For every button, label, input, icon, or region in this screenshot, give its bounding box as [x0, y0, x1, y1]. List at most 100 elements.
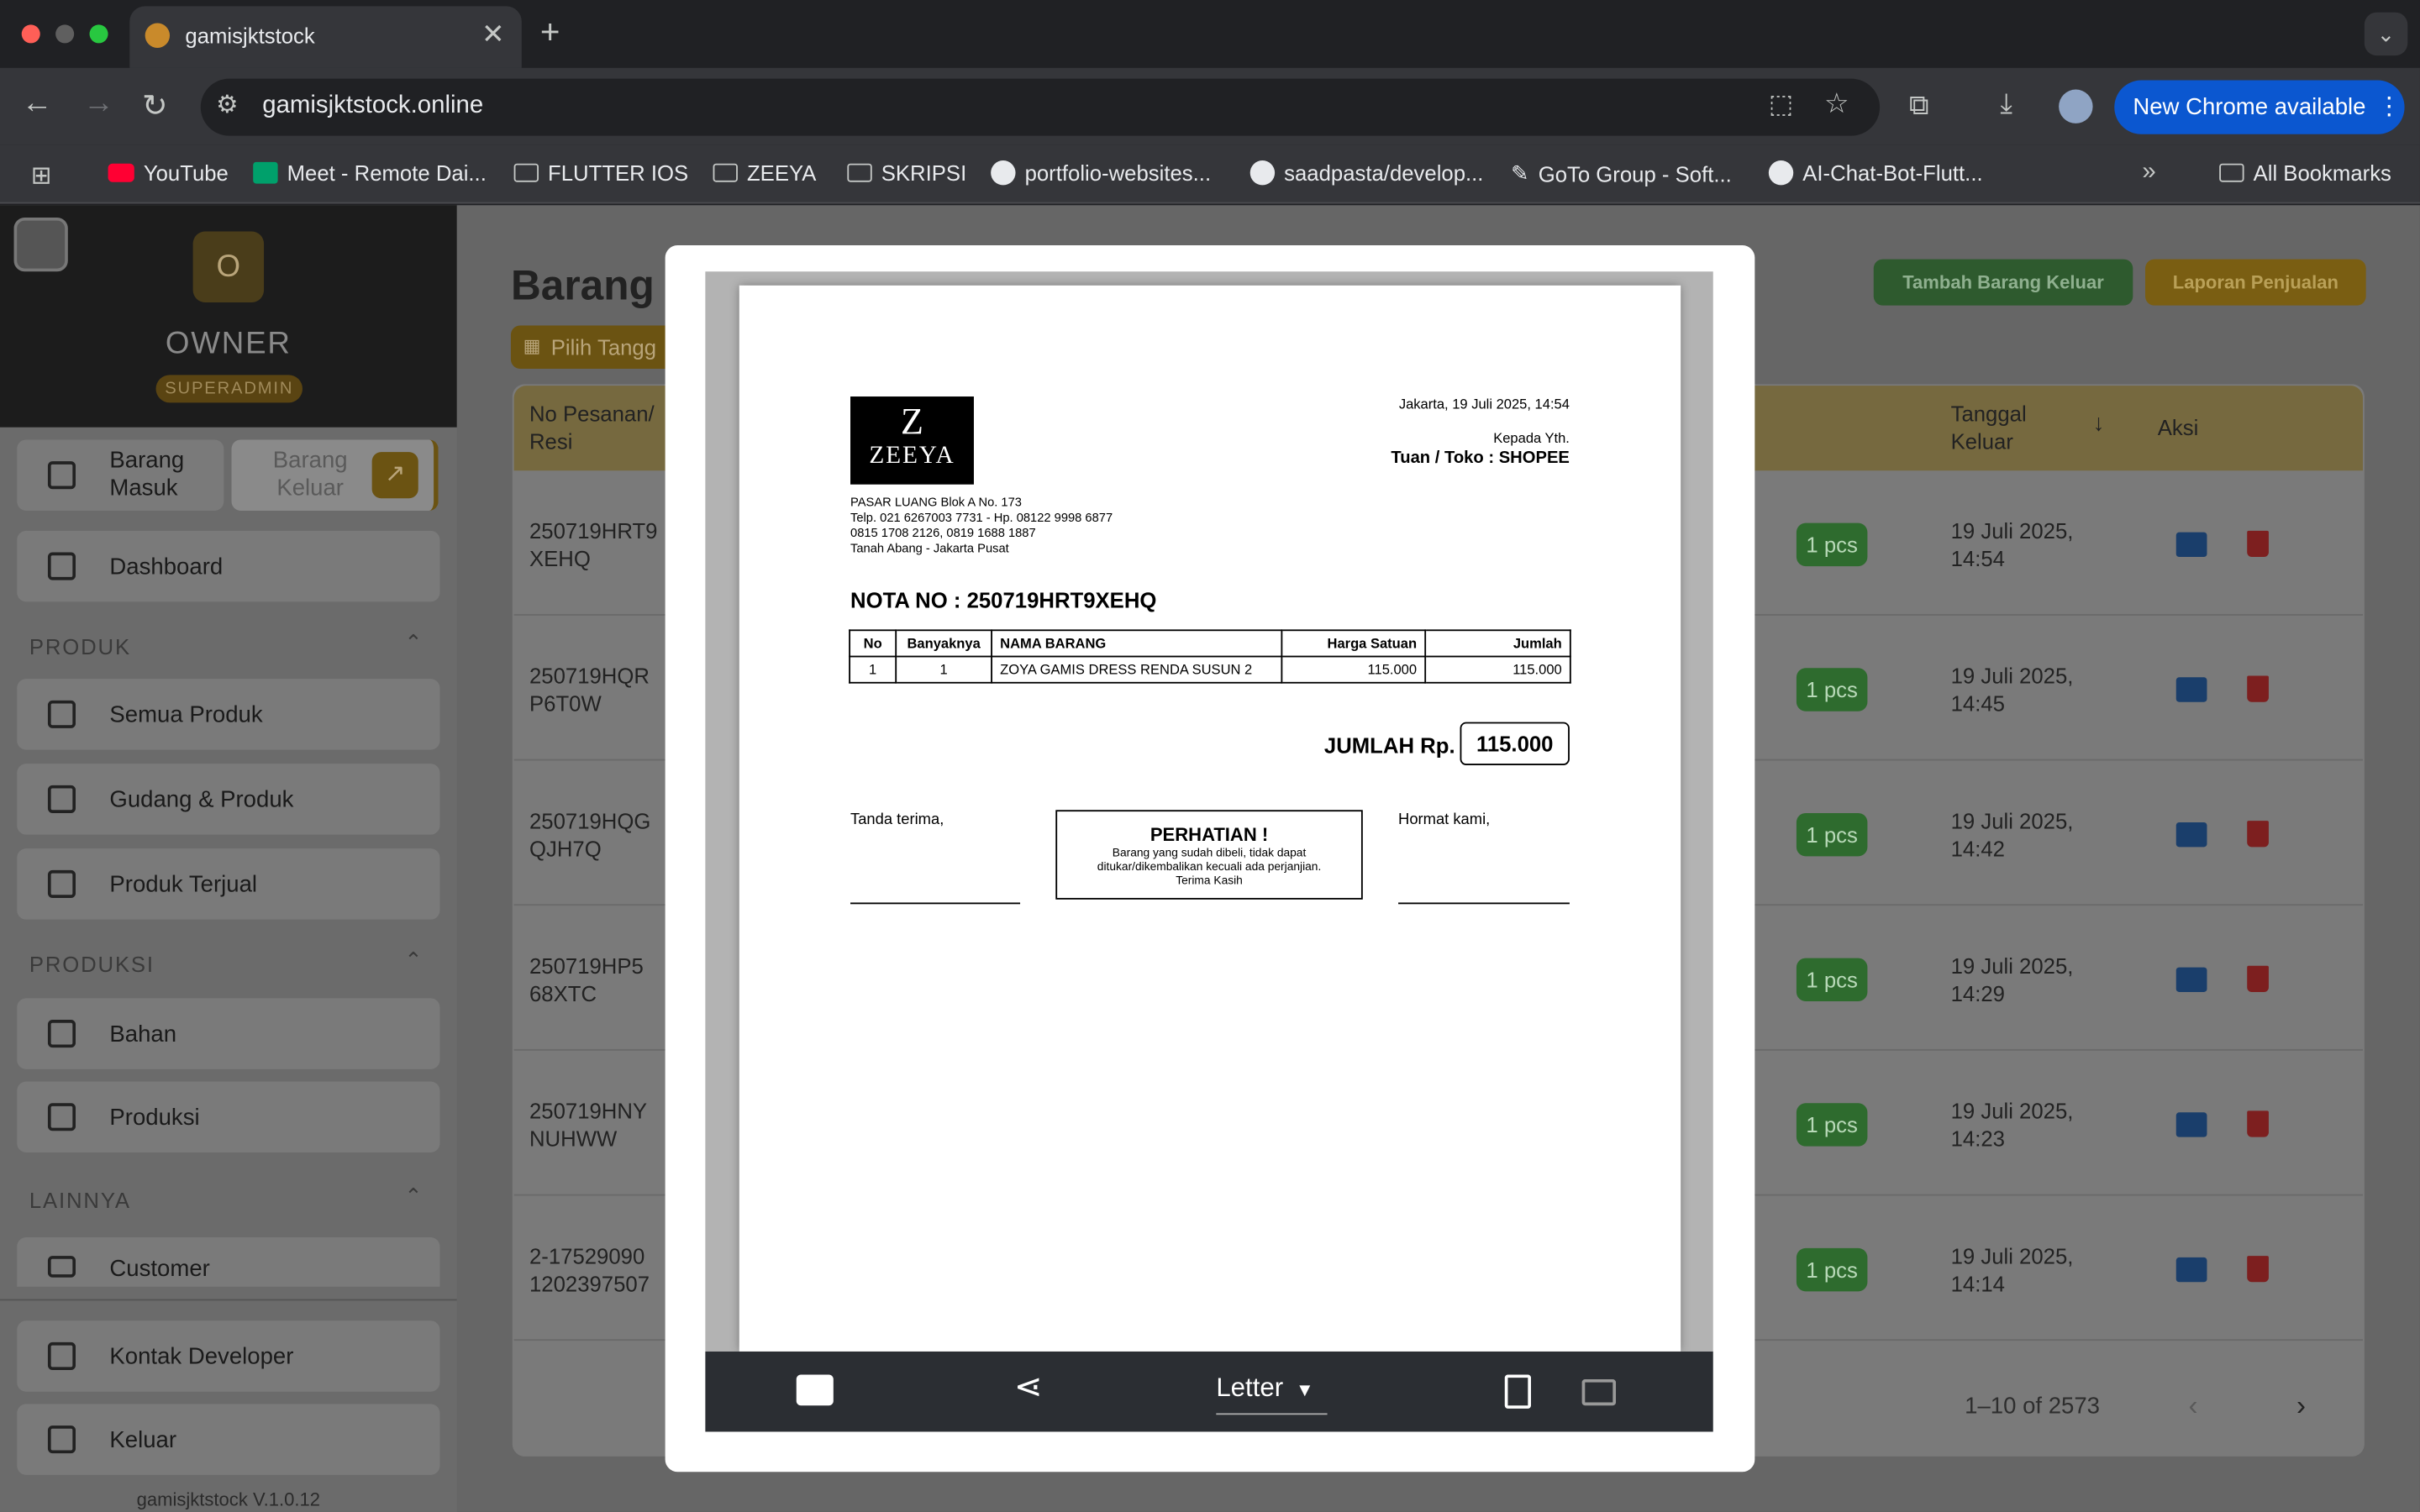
chrome-menu-icon[interactable]: ⋮	[2377, 91, 2402, 122]
bookmark-flutter-ios[interactable]: FLUTTER IOS	[513, 160, 688, 185]
delete-icon[interactable]	[2247, 821, 2269, 848]
sort-arrow-icon[interactable]: ↓	[2093, 411, 2105, 437]
bookmark-goto[interactable]: ✎ GoTo Group - Soft...	[1511, 160, 1732, 186]
sidebar-item-barang-keluar[interactable]: Barang Keluar ↗	[231, 439, 439, 511]
sidebar-item-kontak[interactable]: Kontak Developer	[17, 1320, 440, 1392]
sidebar-item-produksi[interactable]: Produksi	[17, 1081, 440, 1153]
profile-avatar[interactable]	[2059, 89, 2093, 123]
browser-tab[interactable]: gamisjktstock ✕	[129, 6, 522, 68]
new-chrome-button[interactable]: New Chrome available ⋮	[2114, 80, 2405, 134]
bookmark-zeeya[interactable]: ZEEYA	[713, 160, 816, 185]
delete-icon[interactable]	[2247, 965, 2269, 992]
toggle-sidebar-icon[interactable]	[13, 217, 68, 272]
sidebar-item-label: Customer	[109, 1256, 210, 1283]
github-icon	[1249, 160, 1276, 186]
landscape-icon[interactable]	[1581, 1379, 1617, 1406]
delete-icon[interactable]	[2247, 1110, 2269, 1137]
address-line: PASAR LUANG Blok A No. 173	[850, 495, 1022, 510]
bookmark-portfolio[interactable]: portfolio-websites...	[991, 160, 1211, 186]
bookmark-star-icon[interactable]: ☆	[1824, 88, 1849, 121]
paper-size-select[interactable]: Letter ▼	[1216, 1373, 1328, 1415]
bookmark-ai-chat-bot[interactable]: AI-Chat-Bot-Flutt...	[1768, 160, 1983, 186]
sidebar-item-semua-produk[interactable]: Semua Produk	[17, 679, 440, 750]
print-icon[interactable]	[796, 1374, 834, 1406]
tab-search-chevron-icon[interactable]: ⌄	[2364, 12, 2408, 56]
sidebar-item-barang-masuk[interactable]: Barang Masuk	[17, 439, 224, 511]
address-bar[interactable]: ⚙ gamisjktstock.online ⬚ ☆	[200, 78, 1881, 136]
extensions-icon[interactable]: ⧉	[1909, 90, 1929, 123]
maximize-window-button[interactable]	[89, 24, 108, 44]
print-icon[interactable]	[2175, 967, 2207, 992]
bookmark-skripsi[interactable]: SKRIPSI	[847, 160, 966, 185]
close-tab-icon[interactable]: ✕	[481, 18, 505, 51]
minimize-window-button[interactable]	[55, 24, 75, 44]
print-icon[interactable]	[2175, 532, 2207, 558]
col-no-pesanan[interactable]: No Pesanan/ Resi	[529, 400, 668, 455]
sidebar-item-gudang[interactable]: Gudang & Produk	[17, 764, 440, 835]
print-icon[interactable]	[2175, 1257, 2207, 1283]
more-bookmarks-icon[interactable]: »	[2142, 159, 2155, 186]
laporan-penjualan-button[interactable]: Laporan Penjualan	[2145, 259, 2366, 306]
order-number: 250719HP5 68XTC	[529, 953, 644, 1006]
all-bookmarks-label: All Bookmarks	[2253, 160, 2391, 186]
bookmark-youtube[interactable]: YouTube	[108, 160, 229, 185]
tanda-terima: Tanda terima,	[850, 811, 944, 829]
sidebar-item-customer[interactable]: Customer	[17, 1237, 440, 1287]
login-icon	[47, 461, 76, 490]
downloads-icon[interactable]: ⤓	[2000, 88, 2012, 121]
reload-icon[interactable]: ↻	[142, 87, 168, 125]
portrait-icon[interactable]	[1504, 1374, 1532, 1409]
apps-grid-icon[interactable]: ⊞	[31, 160, 52, 192]
chevron-up-icon[interactable]: ⌃	[404, 1184, 423, 1210]
qty-badge: 1 pcs	[1796, 1103, 1868, 1147]
github-icon	[991, 160, 1016, 186]
print-icon[interactable]	[2175, 822, 2207, 848]
col-tanggal-keluar[interactable]: Tanggal Keluar	[1951, 400, 2060, 455]
section-lainnya: LAINNYA	[29, 1188, 131, 1213]
install-app-icon[interactable]: ⬚	[1769, 90, 1794, 121]
print-icon[interactable]	[2175, 1112, 2207, 1137]
delete-icon[interactable]	[2247, 675, 2269, 702]
bookmark-saadpasta[interactable]: saadpasta/develop...	[1249, 160, 1483, 186]
back-icon[interactable]: ←	[22, 87, 53, 122]
url-text: gamisjktstock.online	[262, 92, 484, 119]
all-bookmarks[interactable]: All Bookmarks	[2219, 160, 2391, 185]
new-tab-icon[interactable]: +	[540, 13, 560, 53]
share-icon[interactable]: ⋖	[1014, 1367, 1043, 1407]
site-info-icon[interactable]: ⚙	[216, 90, 238, 121]
sidebar-item-produk-terjual[interactable]: Produk Terjual	[17, 848, 440, 920]
site-favicon-icon	[145, 23, 171, 48]
sidebar-item-bahan[interactable]: Bahan	[17, 998, 440, 1069]
bookmark-label: GoTo Group - Soft...	[1538, 160, 1732, 186]
sidebar-item-dashboard[interactable]: Dashboard	[17, 530, 440, 602]
col-aksi: Aksi	[2157, 415, 2199, 440]
app-version: gamisjktstock V.1.0.12	[136, 1488, 321, 1511]
qty-badge: 1 pcs	[1796, 958, 1868, 1002]
bookmark-meet[interactable]: Meet - Remote Dai...	[253, 160, 487, 185]
zeeya-logo: Z ZEEYA	[850, 396, 974, 485]
delete-icon[interactable]	[2247, 530, 2269, 558]
forward-icon[interactable]: →	[83, 87, 114, 122]
chevron-up-icon[interactable]: ⌃	[404, 629, 423, 655]
close-window-button[interactable]	[21, 24, 40, 44]
calendar-icon: ▦	[523, 334, 541, 357]
td-nama-barang: ZOYA GAMIS DRESS RENDA SUSUN 2	[991, 655, 1283, 684]
date-keluar: 19 Juli 2025, 14:45	[1950, 663, 2074, 717]
sidebar-item-label: Kontak Developer	[109, 1342, 294, 1370]
sidebar-item-label: Gudang & Produk	[109, 785, 294, 813]
jumlah-label: JUMLAH Rp.	[1323, 732, 1455, 758]
tambah-barang-keluar-button[interactable]: Tambah Barang Keluar	[1873, 259, 2133, 306]
address-line: Telp. 021 6267003 7731 - Hp. 08122 9998 …	[850, 510, 1113, 525]
delete-icon[interactable]	[2247, 1256, 2269, 1283]
date-filter-button[interactable]: ▦ Pilih Tangg	[510, 325, 681, 369]
td-harga: 115.000	[1281, 655, 1427, 684]
logout-button[interactable]: Keluar	[17, 1404, 440, 1475]
print-icon[interactable]	[2175, 677, 2207, 702]
items-table: No Banyaknya NAMA BARANG Harga Satuan Ju…	[849, 629, 1571, 684]
sidebar-divider	[0, 1299, 457, 1301]
prev-page-icon[interactable]: ‹	[2188, 1390, 2197, 1423]
avatar: O	[192, 231, 265, 302]
chevron-up-icon[interactable]: ⌃	[404, 948, 423, 974]
date-keluar: 19 Juli 2025, 14:54	[1950, 518, 2074, 571]
next-page-icon[interactable]: ›	[2296, 1390, 2306, 1423]
